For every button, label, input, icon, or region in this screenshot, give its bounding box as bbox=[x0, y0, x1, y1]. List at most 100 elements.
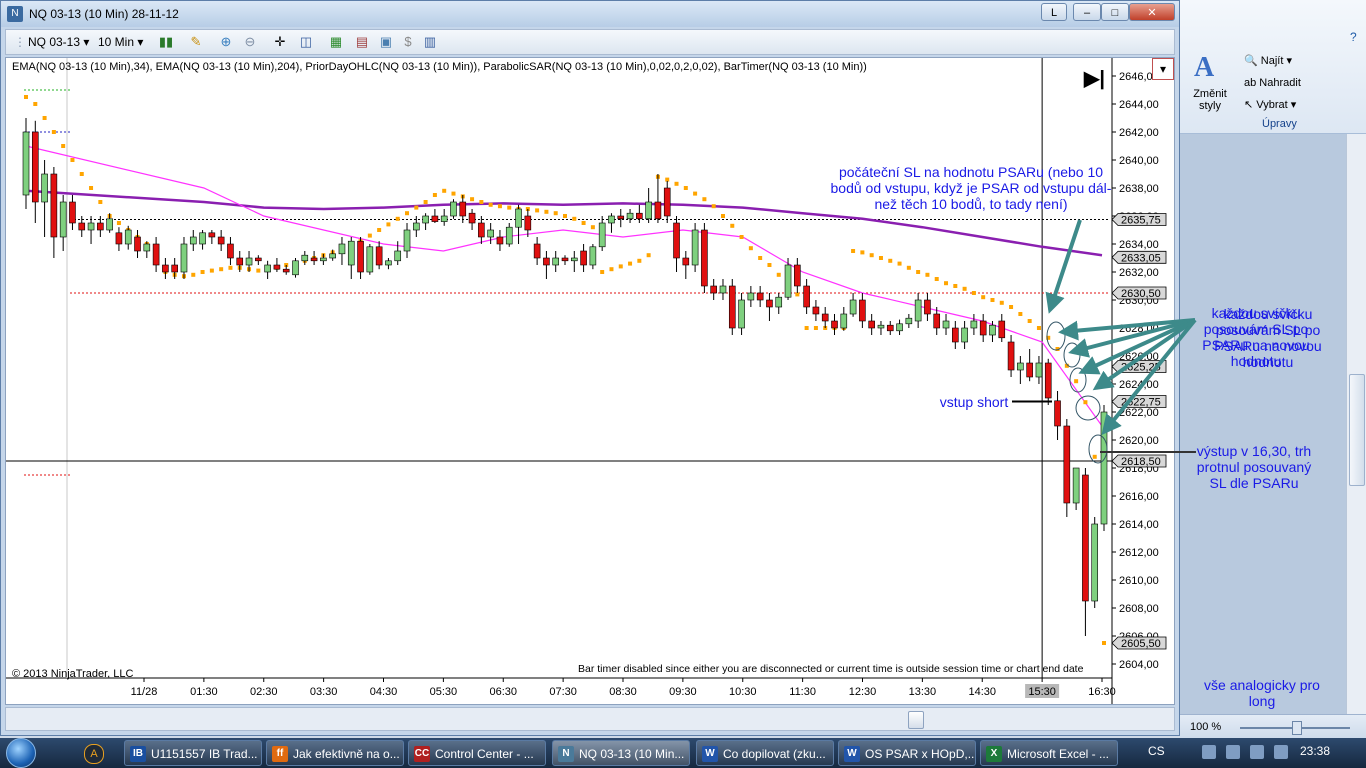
word-scroll-thumb[interactable] bbox=[1349, 374, 1365, 486]
candle-body bbox=[812, 306, 820, 315]
interval-selector[interactable]: 10 Min ▾ bbox=[98, 34, 143, 50]
sl-marker-circle bbox=[1063, 342, 1081, 368]
candle-body bbox=[886, 324, 894, 332]
word-vertical-scrollbar[interactable] bbox=[1346, 134, 1366, 714]
candle-body bbox=[636, 212, 643, 220]
candle-body bbox=[189, 236, 197, 245]
psar-dot bbox=[1018, 312, 1023, 316]
candle-body bbox=[608, 215, 615, 224]
task-ninjatrader-chart[interactable]: N NQ 03-13 (10 Min... bbox=[552, 740, 690, 766]
tray-icon-volume[interactable] bbox=[1226, 745, 1240, 759]
pinned-app-icon[interactable]: A bbox=[84, 744, 104, 764]
price-marker-label: 2633,05 bbox=[1121, 252, 1161, 264]
instrument-selector[interactable]: NQ 03-13 ▾ bbox=[28, 34, 89, 50]
candle-body bbox=[1063, 425, 1071, 504]
price-tick-label: 2612,00 bbox=[1119, 547, 1159, 559]
word-ribbon: A Změnit styly 🔍 Najít ▾ ab Nahradit ↖ V… bbox=[1180, 0, 1366, 134]
price-tick-label: 2604,00 bbox=[1119, 659, 1159, 671]
properties-icon[interactable]: ▣ bbox=[378, 34, 394, 50]
task-excel[interactable]: X Microsoft Excel - ... bbox=[980, 740, 1118, 766]
task-ib-trader[interactable]: IB U1151557 IB Trad... bbox=[124, 740, 262, 766]
candle-body bbox=[868, 320, 875, 329]
candle-body bbox=[1044, 362, 1052, 399]
psar-dot bbox=[628, 261, 633, 266]
psar-dot bbox=[776, 272, 781, 277]
candle-body bbox=[106, 218, 113, 231]
magnifier-icon[interactable]: ◫ bbox=[298, 34, 314, 50]
candle-body bbox=[942, 320, 950, 329]
candle-body bbox=[264, 264, 271, 273]
start-button[interactable] bbox=[6, 738, 36, 768]
help-icon[interactable]: ? bbox=[1350, 30, 1357, 44]
candle-body bbox=[385, 260, 392, 266]
bar-type-icon[interactable]: ▮▮ bbox=[158, 34, 174, 50]
indicators-icon[interactable]: ▦ bbox=[328, 34, 344, 50]
chart-trader-icon[interactable]: ▥ bbox=[422, 34, 438, 50]
price-tick-label: 2628,00 bbox=[1119, 323, 1159, 335]
crosshair-icon[interactable]: ✛ bbox=[272, 34, 288, 50]
horizontal-scrollbar[interactable] bbox=[5, 707, 1175, 731]
task-control-center[interactable]: CC Control Center - ... bbox=[408, 740, 546, 766]
task-word-2[interactable]: W OS PSAR x HOpD,... bbox=[838, 740, 976, 766]
annotation-exit: výstup v 16,30, trh protnul posouvaný SL… bbox=[1196, 443, 1312, 491]
editing-group-label: Úpravy bbox=[1262, 118, 1297, 130]
minimize-button[interactable]: – bbox=[1073, 3, 1101, 21]
tray-icon-power[interactable] bbox=[1274, 745, 1288, 759]
candle-body bbox=[775, 296, 783, 308]
candle-body bbox=[162, 264, 169, 273]
strategies-icon[interactable]: ▤ bbox=[354, 34, 370, 50]
psar-dot bbox=[563, 214, 567, 218]
psar-dot bbox=[953, 284, 958, 288]
zoom-in-icon[interactable]: ⊕ bbox=[218, 34, 234, 50]
data-box-icon[interactable]: $ bbox=[400, 34, 416, 50]
psar-dot bbox=[470, 197, 475, 202]
toolbar-grip-icon: ⋮ bbox=[14, 35, 26, 49]
candle-body bbox=[217, 236, 225, 245]
candle-body bbox=[998, 320, 1006, 339]
scroll-to-end-icon[interactable]: ▶| bbox=[1084, 66, 1105, 91]
psar-dot bbox=[581, 221, 586, 225]
chart-panel[interactable]: 2604,002606,002608,002610,002612,002614,… bbox=[5, 57, 1322, 705]
zoom-out-icon[interactable]: ⊖ bbox=[242, 34, 258, 50]
maximize-button[interactable]: □ bbox=[1101, 3, 1129, 21]
replace-button[interactable]: ab Nahradit bbox=[1244, 77, 1301, 89]
select-button[interactable]: ↖ Vybrat ▾ bbox=[1244, 98, 1296, 111]
candle-body bbox=[459, 201, 467, 217]
drawing-tools-icon[interactable]: ✎ bbox=[188, 34, 204, 50]
language-indicator[interactable]: CS bbox=[1148, 744, 1165, 758]
time-tick-label: 11:30 bbox=[789, 686, 816, 698]
candle-body bbox=[561, 257, 569, 262]
app-icon: W bbox=[702, 746, 718, 762]
psar-dot bbox=[702, 197, 707, 202]
find-button[interactable]: 🔍 Najít ▾ bbox=[1244, 54, 1292, 67]
candle-body bbox=[320, 257, 327, 262]
chart-menu-dropdown[interactable]: ▾ bbox=[1152, 58, 1174, 80]
candle-body bbox=[282, 268, 290, 273]
tray-icon-network[interactable] bbox=[1202, 745, 1216, 759]
tray-icon-flag[interactable] bbox=[1250, 745, 1264, 759]
price-tick-label: 2632,00 bbox=[1119, 267, 1159, 279]
candle-body bbox=[375, 246, 383, 266]
candle-body bbox=[849, 299, 857, 315]
task-firefox[interactable]: ff Jak efektivně na o... bbox=[266, 740, 404, 766]
horizontal-scroll-thumb[interactable] bbox=[908, 711, 924, 729]
link-button[interactable]: L bbox=[1041, 3, 1067, 21]
zoom-slider-thumb[interactable] bbox=[1292, 721, 1302, 735]
psar-dot bbox=[488, 202, 493, 207]
candle-body bbox=[143, 243, 151, 252]
psar-dot bbox=[191, 272, 196, 277]
psar-dot bbox=[860, 250, 865, 255]
change-styles-button[interactable]: Změnit styly bbox=[1190, 88, 1230, 112]
psar-dot bbox=[590, 225, 595, 230]
candle-body bbox=[22, 131, 30, 196]
price-chart[interactable]: 2604,002606,002608,002610,002612,002614,… bbox=[6, 58, 1174, 704]
candle-body bbox=[896, 323, 903, 332]
candle-body bbox=[69, 201, 76, 224]
price-marker-label: 2605,50 bbox=[1121, 638, 1161, 650]
candle-body bbox=[831, 320, 838, 329]
task-word-1[interactable]: W Co dopilovat (zku... bbox=[696, 740, 834, 766]
psar-dot bbox=[934, 277, 939, 281]
close-button[interactable]: ✕ bbox=[1129, 3, 1175, 21]
candle-body bbox=[877, 324, 885, 329]
zoom-level: 100 % bbox=[1190, 721, 1222, 733]
